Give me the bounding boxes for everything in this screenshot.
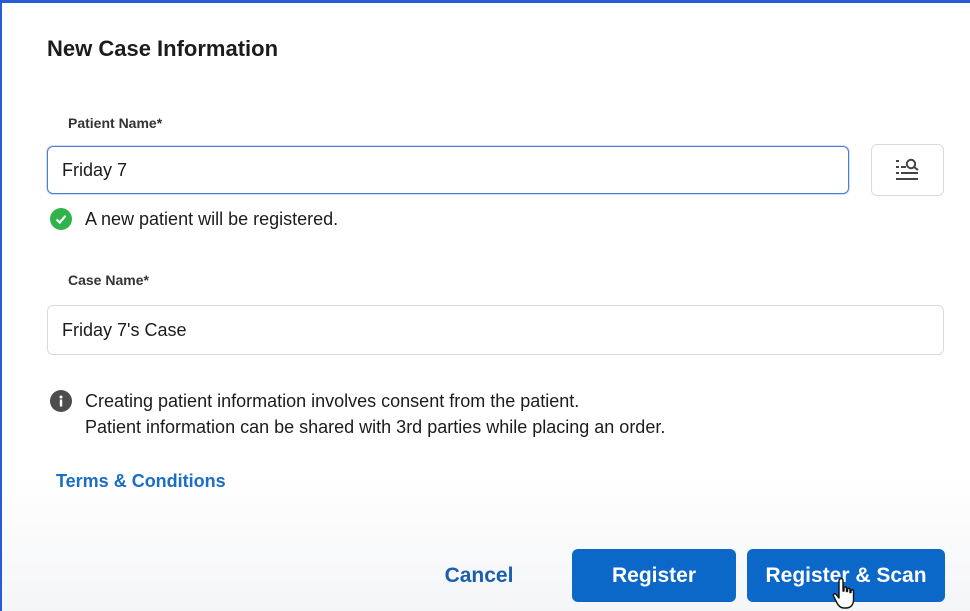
cancel-button[interactable]: Cancel <box>422 549 536 602</box>
terms-conditions-link[interactable]: Terms & Conditions <box>56 471 226 492</box>
case-name-input[interactable] <box>47 305 944 355</box>
patient-name-input[interactable] <box>47 146 849 194</box>
consent-notice-text: Creating patient information involves co… <box>85 388 665 440</box>
new-case-dialog: New Case Information Patient Name* A new… <box>0 0 970 611</box>
patient-status-text: A new patient will be registered. <box>85 208 339 229</box>
case-name-label: Case Name* <box>68 272 149 288</box>
hand-pointer-icon <box>832 577 855 609</box>
consent-notice: Creating patient information involves co… <box>50 388 665 440</box>
consent-notice-line-1: Creating patient information involves co… <box>85 391 580 411</box>
list-search-icon <box>895 158 919 180</box>
patient-status: A new patient will be registered. <box>50 208 338 230</box>
info-circle-icon <box>50 390 72 412</box>
register-button[interactable]: Register <box>572 549 736 602</box>
patient-name-label: Patient Name* <box>68 115 163 131</box>
consent-notice-line-2: Patient information can be shared with 3… <box>85 417 666 437</box>
check-circle-icon <box>50 208 72 230</box>
patient-search-button[interactable] <box>871 144 944 196</box>
dialog-title: New Case Information <box>47 36 279 61</box>
